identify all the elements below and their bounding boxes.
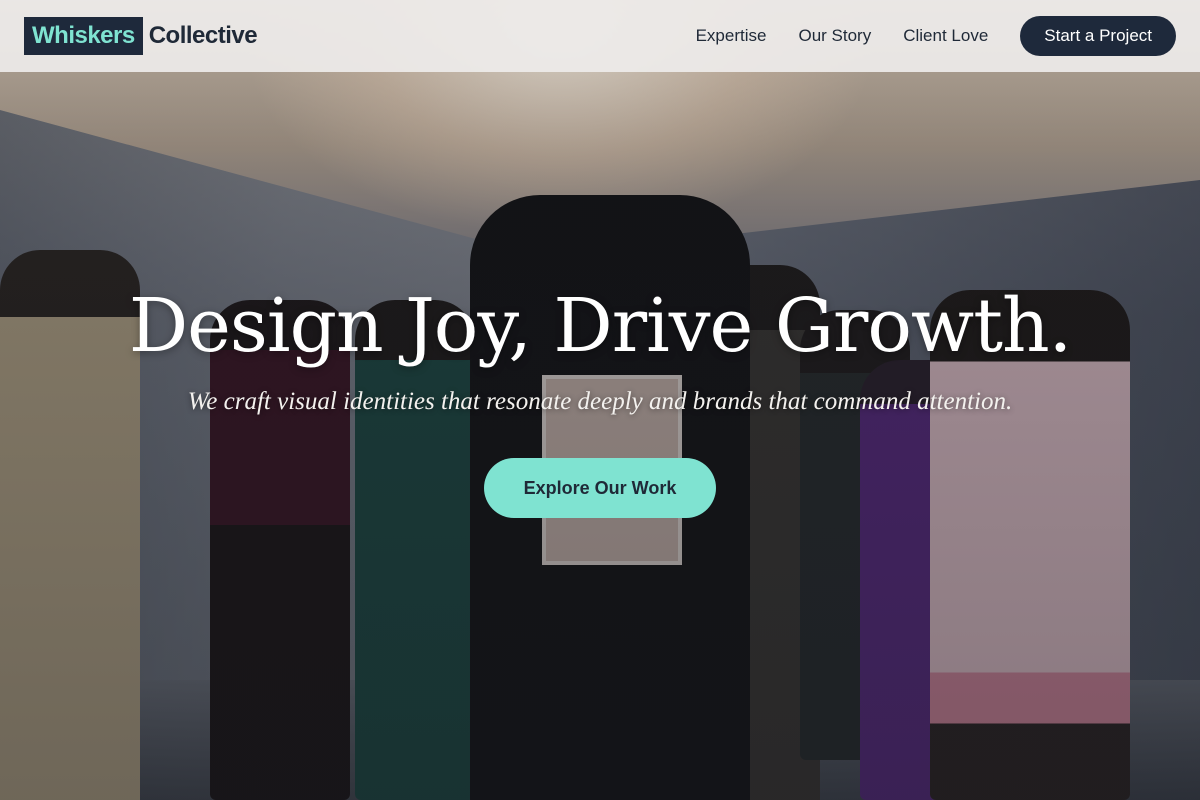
hero-subheadline: We craft visual identities that resonate…: [187, 388, 1013, 415]
nav-link-expertise[interactable]: Expertise: [696, 26, 767, 46]
main-nav: Expertise Our Story Client Love Start a …: [696, 16, 1176, 56]
nav-link-our-story[interactable]: Our Story: [798, 26, 871, 46]
explore-work-button[interactable]: Explore Our Work: [484, 458, 716, 518]
nav-link-client-love[interactable]: Client Love: [903, 26, 988, 46]
brand-logo[interactable]: Whiskers Collective: [24, 17, 258, 55]
hero-section: Design Joy, Drive Growth. We craft visua…: [0, 278, 1200, 518]
brand-logo-highlight: Whiskers: [24, 17, 143, 55]
brand-logo-text: Collective: [148, 22, 258, 49]
start-project-button[interactable]: Start a Project: [1020, 16, 1176, 56]
navbar: Whiskers Collective Expertise Our Story …: [0, 0, 1200, 72]
hero-headline: Design Joy, Drive Growth.: [128, 283, 1072, 369]
